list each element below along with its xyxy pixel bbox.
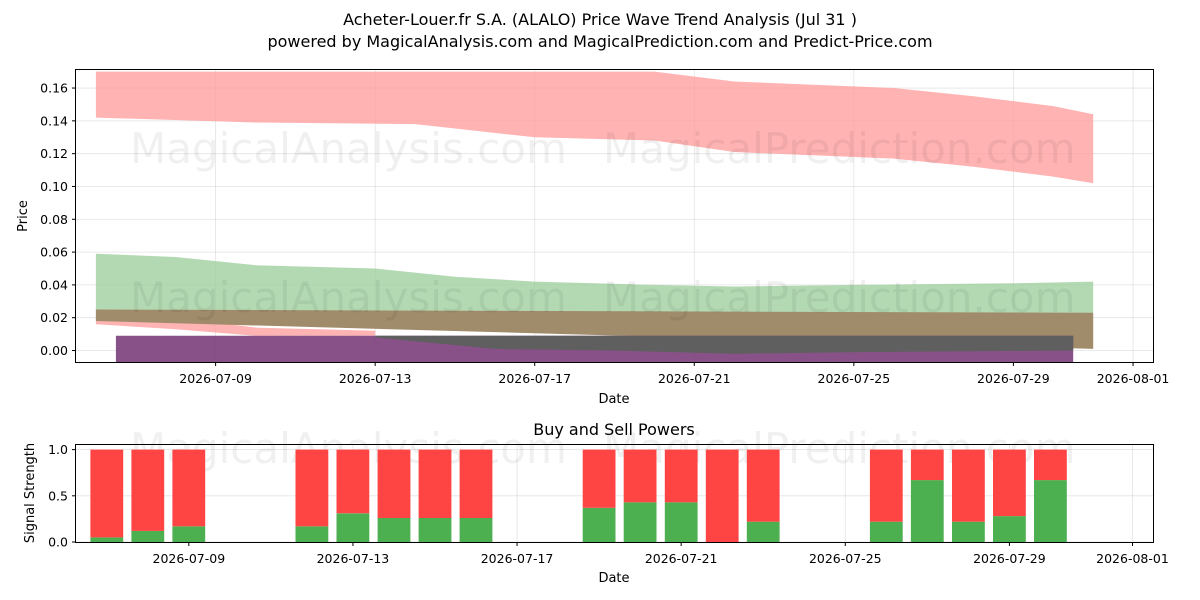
sell-bar xyxy=(377,449,411,518)
price-xtick-label: 2026-07-17 xyxy=(498,371,571,386)
watermark-text: MagicalPrediction.com xyxy=(603,273,1076,322)
price-ytick-label: 0.14 xyxy=(40,113,68,128)
sell-bar xyxy=(910,449,944,481)
price-xtick-label: 2026-07-25 xyxy=(818,371,891,386)
price-ytick-label: 0.16 xyxy=(40,81,68,96)
price-watermarks: MagicalAnalysis.com MagicalPrediction.com… xyxy=(130,124,1076,322)
buy-bar xyxy=(910,480,944,542)
buy-bar xyxy=(623,502,657,542)
sell-bar xyxy=(418,449,452,518)
sell-bar xyxy=(172,449,206,527)
signal-ytick-label: 0.5 xyxy=(48,488,68,503)
signal-xtick-label: 2026-07-13 xyxy=(317,551,390,566)
buy-bar xyxy=(746,521,780,542)
watermark-text: MagicalAnalysis.com xyxy=(130,273,567,322)
buy-bar xyxy=(459,518,493,542)
price-ytick-label: 0.00 xyxy=(40,343,68,358)
sell-bar xyxy=(336,449,370,514)
sell-bar xyxy=(131,449,165,531)
sell-bar xyxy=(746,449,780,522)
chart-canvas: MagicalAnalysis.com MagicalPrediction.com… xyxy=(16,69,1170,586)
price-xtick-label: 2026-07-29 xyxy=(977,371,1050,386)
buy-bar xyxy=(993,516,1026,542)
price-xtick-label: 2026-07-21 xyxy=(658,371,731,386)
buy-bar xyxy=(90,537,124,542)
sell-bar xyxy=(705,449,739,542)
price-ytick-label: 0.06 xyxy=(40,245,68,260)
signal-xtick-label: 2026-07-09 xyxy=(153,551,226,566)
buy-bar xyxy=(131,530,165,542)
price-ytick-label: 0.08 xyxy=(40,212,68,227)
sell-bar xyxy=(952,449,985,522)
signal-ylabel: Signal Strength xyxy=(23,443,38,543)
sell-bar xyxy=(582,449,616,508)
signal-xtick-label: 2026-07-21 xyxy=(645,551,718,566)
buy-bar xyxy=(664,502,698,542)
signal-xtick-label: 2026-07-29 xyxy=(973,551,1046,566)
buy-bar xyxy=(295,526,329,542)
buy-bar xyxy=(377,518,411,542)
price-ytick-label: 0.04 xyxy=(40,277,68,292)
price-ylabel: Price xyxy=(16,200,31,232)
buy-bar xyxy=(582,507,616,542)
sell-bar xyxy=(1034,449,1067,481)
buy-bar xyxy=(869,521,903,542)
price-ytick-label: 0.10 xyxy=(40,179,68,194)
buy-bar xyxy=(418,518,452,542)
buy-bar xyxy=(952,521,985,542)
price-ytick-label: 0.12 xyxy=(40,146,68,161)
price-ytick-label: 0.02 xyxy=(40,310,68,325)
signal-xlabel: Date xyxy=(598,571,629,586)
sell-bar xyxy=(993,449,1026,517)
signal-xtick-label: 2026-08-01 xyxy=(1096,551,1169,566)
sell-bar xyxy=(90,449,124,538)
watermark-text: MagicalPrediction.com xyxy=(603,124,1076,173)
price-xtick-label: 2026-08-01 xyxy=(1097,371,1170,386)
price-xlabel: Date xyxy=(598,392,629,407)
signal-xtick-label: 2026-07-17 xyxy=(481,551,554,566)
buy-bar xyxy=(1034,480,1067,542)
sell-bar xyxy=(664,449,698,503)
price-xtick-label: 2026-07-13 xyxy=(339,371,412,386)
sell-bar xyxy=(459,449,493,518)
price-xtick-label: 2026-07-09 xyxy=(179,371,252,386)
watermark-text: MagicalAnalysis.com xyxy=(130,124,567,173)
sell-bar xyxy=(623,449,657,503)
buy-bar xyxy=(172,526,206,542)
signal-xtick-label: 2026-07-25 xyxy=(809,551,882,566)
buy-bar xyxy=(336,513,370,542)
sell-bar xyxy=(869,449,903,522)
sell-bar xyxy=(295,449,329,527)
signal-ytick-label: 0.0 xyxy=(48,535,68,550)
signal-ytick-label: 1.0 xyxy=(48,442,68,457)
